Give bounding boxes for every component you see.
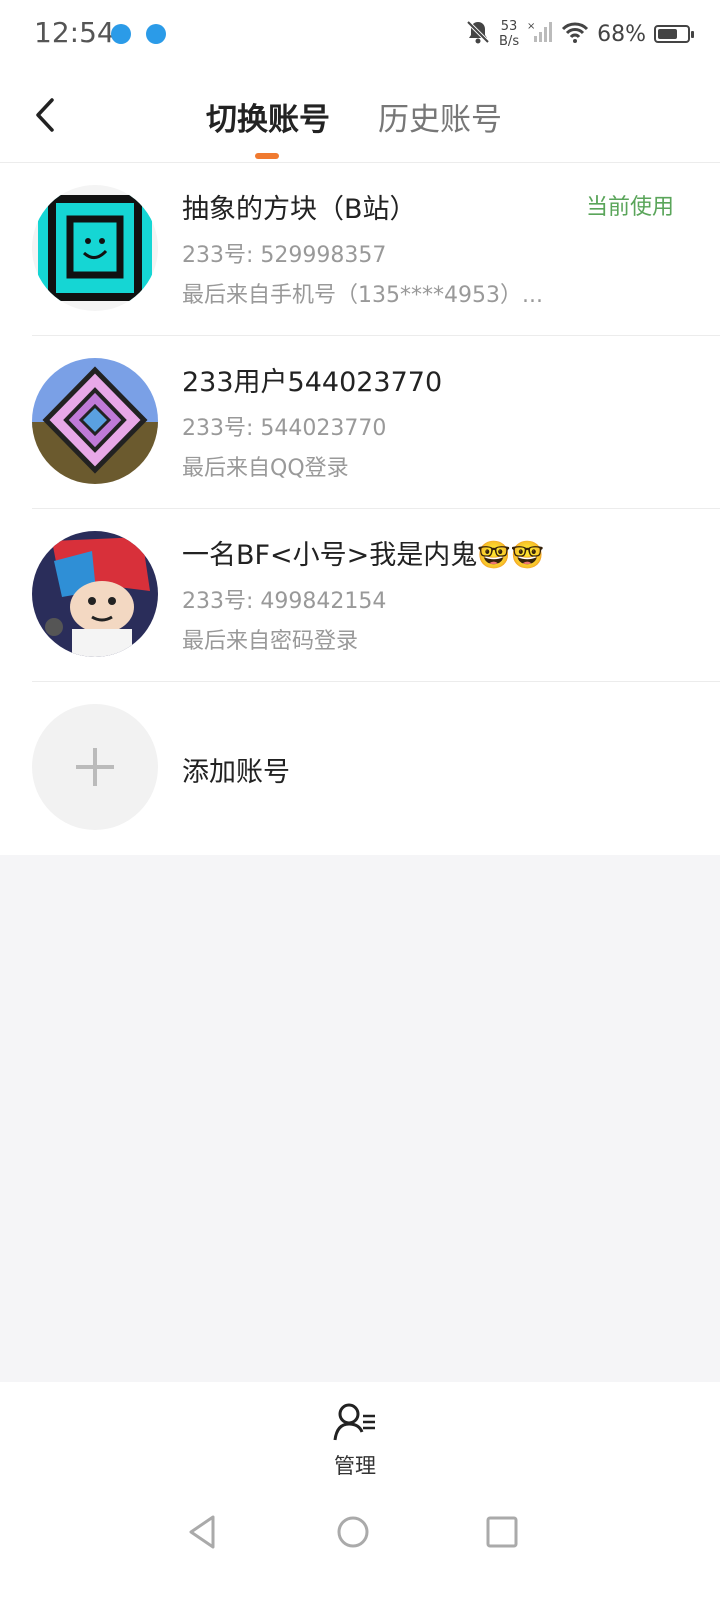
back-triangle-icon — [183, 1515, 223, 1556]
account-name: 抽象的方块（B站） — [182, 194, 417, 225]
battery-level — [658, 29, 678, 39]
avatar — [32, 185, 158, 311]
account-login-source: 最后来自QQ登录 — [182, 456, 349, 481]
nav-back-button[interactable] — [183, 1512, 223, 1552]
user-list-icon — [333, 1402, 377, 1446]
manage-button[interactable]: 管理 — [300, 1402, 410, 1482]
battery-percent: 68% — [597, 21, 646, 47]
account-login-source: 最后来自手机号（135****4953）... — [182, 283, 543, 308]
tab-history-account[interactable]: 历史账号 — [378, 94, 502, 139]
status-bar: 12:54 53 B/s × 68% — [0, 0, 720, 70]
battery-icon — [654, 25, 694, 43]
current-account-badge: 当前使用 — [585, 195, 674, 220]
top-header: 切换账号 历史账号 — [0, 70, 720, 163]
account-id: 233号: 544023770 — [182, 416, 387, 441]
home-circle-icon — [333, 1516, 373, 1556]
bottom-bar: 管理 — [0, 1382, 720, 1600]
svg-text:×: × — [527, 21, 535, 32]
tab-switch-account[interactable]: 切换账号 — [206, 94, 330, 139]
net-speed-unit: B/s — [499, 34, 520, 49]
account-id: 233号: 499842154 — [182, 589, 387, 614]
account-id: 233号: 529998357 — [182, 243, 387, 268]
add-account-button[interactable]: 添加账号 — [0, 682, 720, 855]
manage-label: 管理 — [334, 1454, 376, 1478]
net-speed: 53 B/s — [499, 19, 519, 49]
chevron-left-icon — [28, 98, 68, 142]
wifi-icon — [561, 20, 589, 48]
recents-square-icon — [482, 1516, 522, 1556]
nav-home-button[interactable] — [333, 1512, 373, 1552]
browser-app-icon — [111, 24, 131, 44]
plus-icon — [32, 748, 158, 834]
add-account-label: 添加账号 — [182, 757, 290, 788]
account-name: 一名BF<小号>我是内鬼🤓🤓 — [182, 540, 545, 571]
browser-app-icon — [146, 24, 166, 44]
add-account-circle — [32, 704, 158, 830]
account-item[interactable]: 一名BF<小号>我是内鬼🤓🤓 233号: 499842154 最后来自密码登录 — [0, 509, 720, 682]
status-indicators: 53 B/s × 68% — [465, 14, 694, 54]
account-item[interactable]: 抽象的方块（B站） 当前使用 233号: 529998357 最后来自手机号（1… — [0, 163, 720, 336]
avatar — [32, 531, 158, 657]
account-list: 抽象的方块（B站） 当前使用 233号: 529998357 最后来自手机号（1… — [0, 163, 720, 855]
bell-off-icon — [465, 19, 491, 49]
account-name: 233用户544023770 — [182, 367, 443, 398]
net-speed-value: 53 — [500, 19, 518, 34]
nav-recents-button[interactable] — [482, 1512, 522, 1552]
account-item[interactable]: 233用户544023770 233号: 544023770 最后来自QQ登录 — [0, 336, 720, 509]
active-tab-indicator — [255, 153, 279, 159]
account-login-source: 最后来自密码登录 — [182, 629, 359, 654]
signal-icon: × — [527, 20, 553, 48]
back-button[interactable] — [28, 88, 68, 138]
status-time: 12:54 — [34, 16, 115, 49]
avatar — [32, 358, 158, 484]
